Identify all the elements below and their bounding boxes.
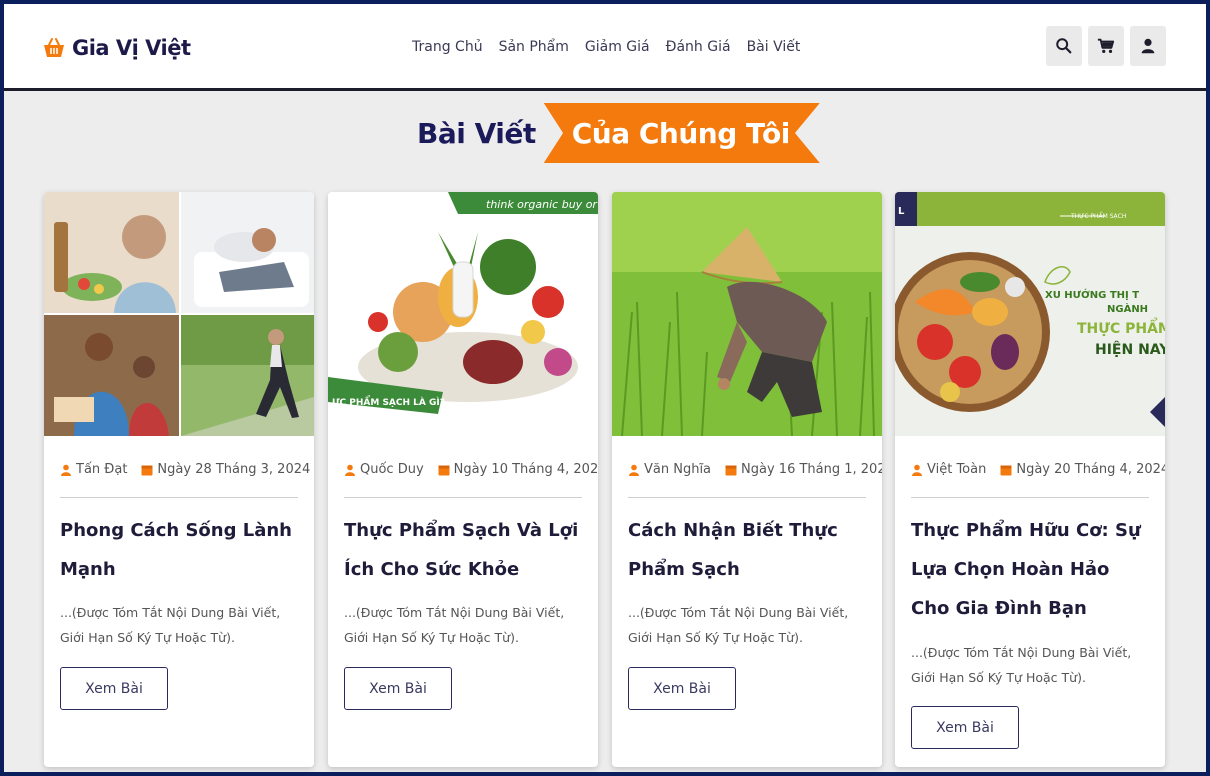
cart-button[interactable] xyxy=(1088,26,1124,66)
section-title-badge: Của Chúng Tôi xyxy=(543,103,820,163)
article-meta: Tấn Đạt Ngày 28 Tháng 3, 2024 xyxy=(60,462,310,477)
article-title[interactable]: Thực Phẩm Sạch Và Lợi Ích Cho Sức Khỏe xyxy=(344,511,584,589)
user-icon xyxy=(629,464,639,476)
rice-field-image xyxy=(612,192,882,436)
image-tag: THỰC PHẨM SẠCH xyxy=(1070,212,1126,220)
article-author: Việt Toàn xyxy=(927,462,987,477)
article-card: think organic buy or ỰC PHẨM SẠCH LÀ GÌ? xyxy=(328,192,598,767)
article-meta: Việt Toàn Ngày 20 Tháng 4, 2024 xyxy=(911,462,1165,477)
image-corner-label: L xyxy=(898,206,905,217)
calendar-icon xyxy=(1000,465,1012,475)
nav-item-reviews[interactable]: Đánh Giá xyxy=(666,39,731,55)
article-card: Văn Nghĩa Ngày 16 Tháng 1, 2024 Cách Nhậ… xyxy=(612,192,882,767)
read-article-button[interactable]: Xem Bài xyxy=(911,706,1019,749)
brand-name: Gia Vị Việt xyxy=(72,36,191,60)
image-headline-line2: NGÀNH xyxy=(1107,302,1148,315)
section-title-main: Bài Viết xyxy=(417,116,536,150)
divider xyxy=(911,497,1149,498)
calendar-icon xyxy=(141,465,153,475)
organic-basket-image: L THỰC PHẨM SẠCH XU HƯỚNG THỊ T NGÀNH TH… xyxy=(895,192,1165,436)
article-date: Ngày 20 Tháng 4, 2024 xyxy=(1016,462,1165,477)
organic-food-image: think organic buy or ỰC PHẨM SẠCH LÀ GÌ? xyxy=(328,192,598,436)
user-icon xyxy=(345,464,355,476)
article-card: Tấn Đạt Ngày 28 Tháng 3, 2024 Phong Cách… xyxy=(44,192,314,767)
article-date: Ngày 28 Tháng 3, 2024 xyxy=(157,462,311,477)
article-meta: Quốc Duy Ngày 10 Tháng 4, 2024 xyxy=(344,462,598,477)
site-logo[interactable]: Gia Vị Việt xyxy=(42,31,191,65)
article-date: Ngày 10 Tháng 4, 2024 xyxy=(453,462,598,477)
article-image[interactable]: L THỰC PHẨM SẠCH XU HƯỚNG THỊ T NGÀNH TH… xyxy=(895,192,1165,436)
nav-item-articles[interactable]: Bài Viết xyxy=(747,39,801,55)
image-banner-top: think organic buy or xyxy=(486,198,598,211)
article-excerpt: ...(Được Tóm Tắt Nội Dung Bài Viết, Giới… xyxy=(60,605,281,645)
article-title[interactable]: Cách Nhận Biết Thực Phẩm Sạch xyxy=(628,511,868,589)
nav-item-products[interactable]: Sản Phẩm xyxy=(499,39,569,55)
article-image[interactable]: think organic buy or ỰC PHẨM SẠCH LÀ GÌ? xyxy=(328,192,598,436)
cart-icon xyxy=(1097,38,1115,54)
article-title[interactable]: Phong Cách Sống Lành Mạnh xyxy=(60,511,300,589)
search-icon xyxy=(1056,38,1072,54)
article-image[interactable] xyxy=(44,192,314,436)
divider xyxy=(628,497,866,498)
section-heading: Bài Viết Của Chúng Tôi xyxy=(417,102,820,164)
image-headline-line4: HIỆN NAY xyxy=(1095,340,1165,358)
browser-viewport: Gia Vị Việt Trang Chủ Sản Phẩm Giảm Giá … xyxy=(4,4,1206,772)
article-excerpt: ...(Được Tóm Tắt Nội Dung Bài Viết, Giới… xyxy=(628,605,849,645)
article-excerpt: ...(Được Tóm Tắt Nội Dung Bài Viết, Giới… xyxy=(911,645,1132,685)
divider xyxy=(344,497,582,498)
article-meta: Văn Nghĩa Ngày 16 Tháng 1, 2024 xyxy=(628,462,882,477)
user-icon xyxy=(912,464,922,476)
article-date: Ngày 16 Tháng 1, 2024 xyxy=(741,462,882,477)
article-author: Quốc Duy xyxy=(360,462,424,477)
image-headline-line1: XU HƯỚNG THỊ T xyxy=(1045,288,1139,301)
read-article-button[interactable]: Xem Bài xyxy=(60,667,168,710)
site-header: Gia Vị Việt Trang Chủ Sản Phẩm Giảm Giá … xyxy=(4,4,1206,91)
main-nav: Trang Chủ Sản Phẩm Giảm Giá Đánh Giá Bài… xyxy=(412,34,800,60)
article-card: L THỰC PHẨM SẠCH XU HƯỚNG THỊ T NGÀNH TH… xyxy=(895,192,1165,767)
article-author: Văn Nghĩa xyxy=(644,462,712,477)
read-article-button[interactable]: Xem Bài xyxy=(628,667,736,710)
divider xyxy=(60,497,298,498)
user-icon xyxy=(61,464,71,476)
calendar-icon xyxy=(725,465,737,475)
nav-item-discounts[interactable]: Giảm Giá xyxy=(585,39,650,55)
read-article-button[interactable]: Xem Bài xyxy=(344,667,452,710)
account-button[interactable] xyxy=(1130,26,1166,66)
calendar-icon xyxy=(438,465,450,475)
nav-item-home[interactable]: Trang Chủ xyxy=(412,39,483,55)
lifestyle-collage-image xyxy=(44,192,314,436)
header-actions xyxy=(1046,26,1166,66)
basket-icon xyxy=(44,38,64,57)
search-button[interactable] xyxy=(1046,26,1082,66)
article-image[interactable] xyxy=(612,192,882,436)
article-title[interactable]: Thực Phẩm Hữu Cơ: Sự Lựa Chọn Hoàn Hảo C… xyxy=(911,511,1151,628)
article-excerpt: ...(Được Tóm Tắt Nội Dung Bài Viết, Giới… xyxy=(344,605,565,645)
user-icon xyxy=(1141,38,1155,54)
article-author: Tấn Đạt xyxy=(76,462,128,477)
